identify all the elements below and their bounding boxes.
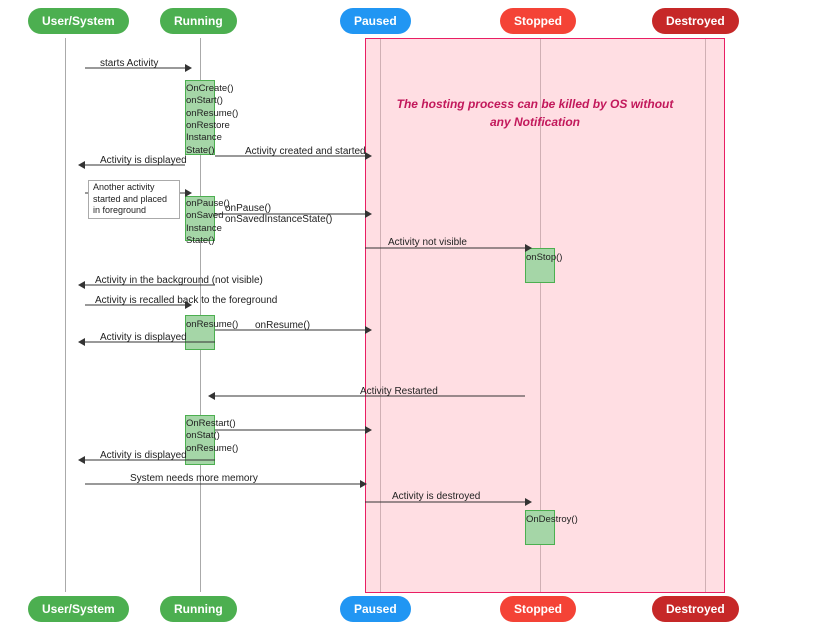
msg-onresume: onResume() (255, 320, 310, 331)
pill-stopped-bottom: Stopped (500, 596, 576, 622)
msg-starts-activity: starts Activity (100, 58, 158, 69)
msg-another-activity: Another activity started and placed in f… (88, 180, 180, 219)
msg-activity-not-visible: Activity not visible (388, 237, 467, 248)
msg-activity-displayed-1: Activity is displayed (100, 155, 187, 166)
onrestart-text: OnRestart()onStat()onResume() (186, 418, 214, 455)
onpause-text: onPause()onSavedInstanceState() (186, 198, 214, 247)
msg-activity-destroyed: Activity is destroyed (392, 491, 480, 502)
pill-user-system-top: User/System (28, 8, 129, 34)
ondestroy-text: OnDestroy() (526, 514, 554, 526)
pill-running-bottom: Running (160, 596, 237, 622)
msg-activity-restarted: Activity Restarted (360, 386, 438, 397)
hosting-text: The hosting process can be killed by OS … (395, 95, 675, 131)
msg-activity-displayed-2: Activity is displayed (100, 332, 187, 343)
pill-paused-top: Paused (340, 8, 411, 34)
onresume-text: onResume() (186, 319, 214, 331)
pill-paused-bottom: Paused (340, 596, 411, 622)
pill-destroyed-top: Destroyed (652, 8, 739, 34)
pill-user-system-bottom: User/System (28, 596, 129, 622)
msg-activity-recalled: Activity is recalled back to the foregro… (95, 295, 277, 306)
msg-activity-background: Activity in the background (not visible) (95, 275, 263, 286)
pill-destroyed-bottom: Destroyed (652, 596, 739, 622)
msg-activity-displayed-3: Activity is displayed (100, 450, 187, 461)
diagram-container: User/System Running Paused Stopped Destr… (0, 0, 840, 630)
msg-system-memory: System needs more memory (130, 473, 258, 484)
msg-onpause: onPause()onSavedInstanceState() (225, 203, 332, 225)
msg-activity-created: Activity created and started (245, 146, 366, 157)
pill-stopped-top: Stopped (500, 8, 576, 34)
onstop-text: onStop() (526, 252, 554, 264)
oncreate-text: OnCreate()onStart()onResume()onRestoreIn… (186, 83, 214, 157)
pill-running-top: Running (160, 8, 237, 34)
lifeline-user (65, 38, 66, 592)
